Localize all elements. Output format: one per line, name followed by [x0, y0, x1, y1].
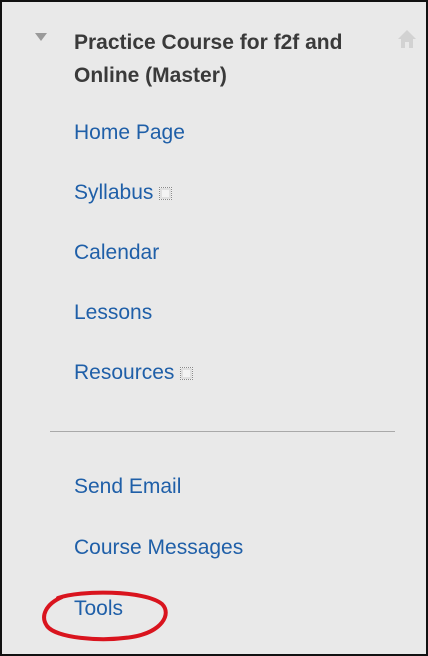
course-menu-panel: Practice Course for f2f and Online (Mast…	[0, 0, 428, 656]
menu-item-home-page[interactable]: Home Page	[74, 119, 185, 147]
menu-item-label: Course Messages	[74, 536, 244, 560]
collapse-triangle-icon[interactable]	[35, 33, 47, 41]
menu-item-course-messages[interactable]: Course Messages	[74, 534, 243, 562]
highlight-circle-annotation	[42, 590, 168, 642]
menu-item-label: Lessons	[74, 301, 153, 325]
dotted-square-icon	[159, 186, 173, 200]
menu-divider	[50, 431, 395, 432]
menu-item-send-email[interactable]: Send Email	[74, 473, 181, 501]
menu-item-label: Resources	[74, 361, 175, 385]
menu-item-label: Syllabus	[74, 181, 154, 205]
dotted-square-icon	[180, 366, 194, 380]
home-icon[interactable]	[396, 28, 418, 50]
menu-item-lessons[interactable]: Lessons	[74, 299, 152, 327]
course-title[interactable]: Practice Course for f2f and Online (Mast…	[74, 26, 386, 92]
menu-item-syllabus[interactable]: Syllabus	[74, 179, 173, 207]
course-header: Practice Course for f2f and Online (Mast…	[2, 2, 426, 102]
menu-item-resources[interactable]: Resources	[74, 359, 194, 387]
menu-item-label: Send Email	[74, 475, 182, 499]
menu-item-label: Home Page	[74, 121, 185, 145]
menu-item-label: Calendar	[74, 241, 160, 265]
menu-item-calendar[interactable]: Calendar	[74, 239, 159, 267]
